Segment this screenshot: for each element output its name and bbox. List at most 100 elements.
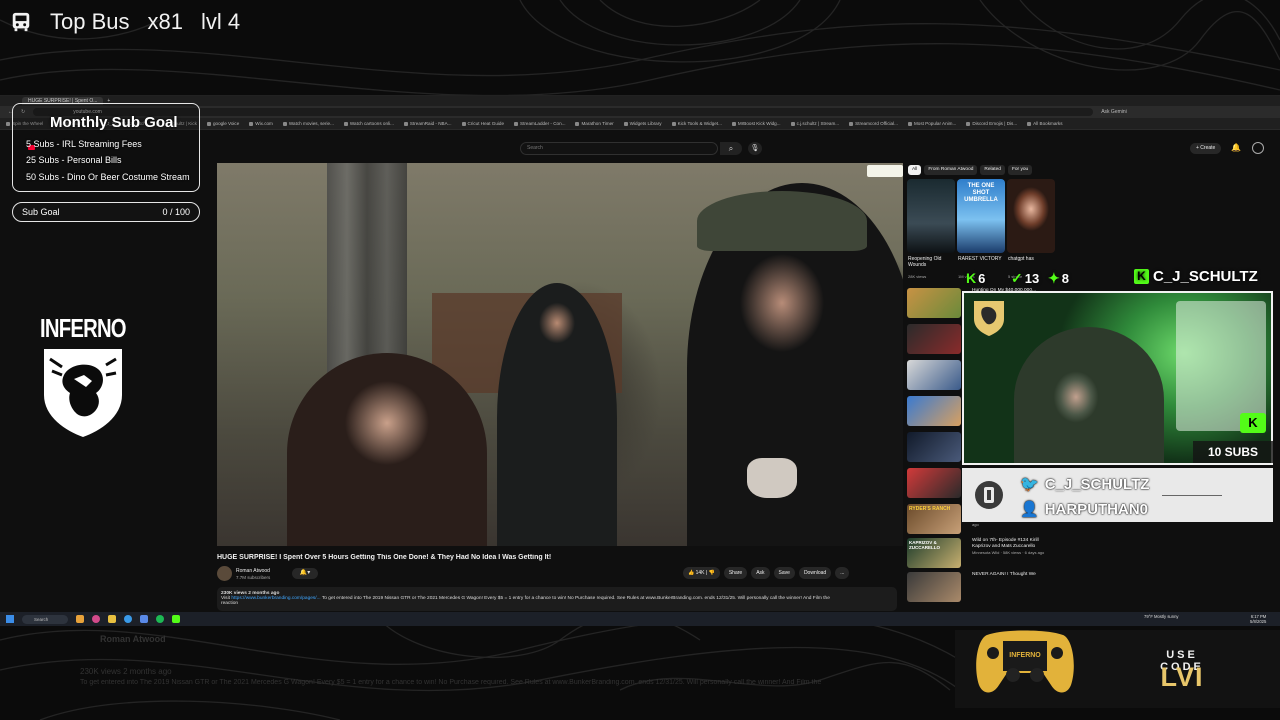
bookmark[interactable]: Streamcord Official...: [849, 121, 898, 126]
desc-link[interactable]: https://www.bunkerbranding.com/pages/...: [231, 596, 320, 601]
bookmark[interactable]: Marathon Timer: [575, 121, 613, 126]
browser-icon[interactable]: [124, 615, 132, 623]
short-thumb-text: THE ONE SHOT UMBRELLA: [964, 183, 998, 203]
kick-logo-icon: K: [1134, 269, 1149, 284]
chip-for-you[interactable]: For you: [1007, 165, 1033, 175]
short-title[interactable]: chatgpt has: [1008, 256, 1052, 262]
short-title[interactable]: Reopening Old Wounds: [908, 256, 952, 268]
desc-text: To get entered into The 2019 Nissan GTR …: [320, 596, 830, 601]
chip-from-channel[interactable]: From Roman Atwood: [924, 165, 978, 175]
kick-stat: K6: [966, 270, 985, 286]
social-panel: 🐦 C_J_SCHULTZ 👤 HARPUTHAN0: [962, 468, 1273, 522]
bookmark[interactable]: Most Popular Anim...: [908, 121, 956, 126]
twitter-row: 🐦 C_J_SCHULTZ: [1020, 475, 1150, 494]
taskbar-weather[interactable]: 79°F Mostly sunny: [1144, 614, 1179, 619]
ghost-channel-name: Roman Atwood: [100, 634, 166, 644]
bookmark[interactable]: Widgets Library: [624, 121, 662, 126]
twitter-icon: 🐦: [1020, 476, 1039, 493]
video-title: HUGE SURPRISE! I Spent Over 5 Hours Gett…: [217, 554, 552, 561]
download-button[interactable]: Download: [798, 567, 832, 579]
bookmark[interactable]: StreamRaid - NBA...: [404, 121, 452, 126]
recommended-thumbnail[interactable]: RYDER'S RANCH: [907, 504, 961, 534]
search-icon[interactable]: ⌕: [720, 142, 742, 155]
kick-k-icon: K: [966, 270, 977, 286]
bookmark[interactable]: Discord Emojis | Dis...: [966, 121, 1017, 126]
kick-icon[interactable]: [172, 615, 180, 623]
video-player[interactable]: [217, 163, 903, 546]
account-avatar[interactable]: [1252, 142, 1264, 154]
app-icon[interactable]: [140, 615, 148, 623]
chip-related[interactable]: Related: [980, 165, 1005, 175]
like-count: 14K: [695, 570, 705, 576]
top-bus-count: x81: [147, 9, 183, 34]
app-icon[interactable]: [92, 615, 100, 623]
windows-start-icon[interactable]: [6, 615, 14, 623]
rec-thumb-text: KAPRIZOV & ZUCCARELLO: [909, 540, 940, 550]
recommended-title[interactable]: NEVER AGAIN! I Thought We: [972, 572, 1056, 578]
more-actions-button[interactable]: ...: [835, 567, 850, 579]
recommended-thumbnail[interactable]: [907, 288, 961, 318]
folder-icon[interactable]: [108, 615, 116, 623]
ask-button[interactable]: Ask: [751, 567, 770, 579]
recommended-item[interactable]: Wild on 7th- Episode #134 Kirill Kaprizo…: [972, 538, 1056, 556]
taskbar-search[interactable]: Search: [22, 614, 68, 624]
webcam-detail: [1014, 327, 1164, 463]
short-thumbnail[interactable]: [1007, 179, 1055, 253]
bookmark[interactable]: All Bookmarks: [1027, 121, 1062, 126]
bell-icon[interactable]: 🔔: [1231, 143, 1241, 152]
share-button[interactable]: Share: [723, 567, 748, 579]
short-thumbnail[interactable]: [907, 179, 955, 253]
search-input[interactable]: Search: [520, 142, 718, 155]
ghost-views-line: 230K views 2 months ago: [80, 667, 172, 676]
ask-gemini-button[interactable]: Ask Gemini: [1101, 109, 1127, 115]
kick-stat-value: 13: [1024, 271, 1040, 286]
video-description[interactable]: 230K views 2 months ago Visit https://ww…: [217, 587, 897, 611]
kick-stat-value: 8: [1061, 271, 1069, 286]
bookmark[interactable]: Wix.com: [249, 121, 273, 126]
chip-all[interactable]: All: [908, 165, 922, 175]
kick-check-icon: ✓: [1011, 270, 1023, 286]
bookmark[interactable]: google Voice: [207, 121, 239, 126]
taskbar-clock[interactable]: 6:17 PM 5/8/2025: [1250, 614, 1266, 624]
bookmark[interactable]: Watch movies, serie...: [283, 121, 334, 126]
bookmark[interactable]: Cricut Heat Guide: [462, 121, 505, 126]
desc-tail: reaction: [221, 601, 239, 606]
sub-goal-item: 50 Subs - Dino Or Beer Costume Stream: [26, 172, 190, 182]
save-button[interactable]: Save: [773, 567, 795, 579]
sub-goal-title: Monthly Sub Goal: [50, 114, 178, 131]
short-views: 28K views: [908, 274, 927, 279]
recommended-thumbnail[interactable]: KAPRIZOV & ZUCCARELLO: [907, 538, 961, 568]
recommended-thumbnail[interactable]: [907, 432, 961, 462]
lion-crest-icon: [44, 349, 122, 437]
video-frame-detail: [697, 191, 867, 251]
kick-stat: ✓ 13: [1011, 270, 1039, 287]
channel-name[interactable]: Roman Atwood: [236, 568, 270, 574]
notification-bell-button[interactable]: 🔔▾: [292, 568, 318, 579]
recommended-thumbnail[interactable]: [907, 572, 961, 602]
bookmark[interactable]: c.j.schultz | Stream...: [791, 121, 840, 126]
sub-goal-item: 5 Subs - IRL Streaming Fees: [26, 139, 142, 149]
twitter-handle: C_J_SCHULTZ: [1044, 475, 1150, 493]
app-icon[interactable]: [76, 615, 84, 623]
bookmark[interactable]: Watch cartoons onli...: [344, 121, 394, 126]
subs-badge: 10 SUBS: [1193, 441, 1273, 463]
short-thumbnail[interactable]: THE ONE SHOT UMBRELLA: [957, 179, 1005, 253]
recommended-thumbnail[interactable]: [907, 396, 961, 426]
bookmark[interactable]: StreamLadder - Con...: [514, 121, 565, 126]
kick-stat: ✦ 8: [1048, 270, 1069, 287]
channel-avatar[interactable]: [217, 566, 232, 581]
user-name: HARPUTHAN0: [1044, 500, 1149, 518]
recommended-thumbnail[interactable]: [907, 324, 961, 354]
short-title[interactable]: RAREST VICTORY: [958, 256, 1002, 262]
recommended-thumbnail[interactable]: [907, 360, 961, 390]
bookmark[interactable]: MrBoost Kick Widg...: [732, 121, 781, 126]
create-button[interactable]: + Create: [1190, 143, 1222, 154]
sub-goal-progress-bar: Sub Goal 0 / 100: [12, 202, 200, 222]
spotify-icon[interactable]: [156, 615, 164, 623]
bookmark[interactable]: Kick Tools & Widget...: [672, 121, 722, 126]
like-button[interactable]: 👍 14K | 👎: [683, 567, 720, 579]
recommended-thumbnail[interactable]: [907, 468, 961, 498]
webcam-detail: [1176, 301, 1266, 431]
microphone-icon[interactable]: 🎙: [748, 142, 762, 155]
recommended-title: Wild on 7th- Episode #134 Kirill Kaprizo…: [972, 538, 1039, 549]
